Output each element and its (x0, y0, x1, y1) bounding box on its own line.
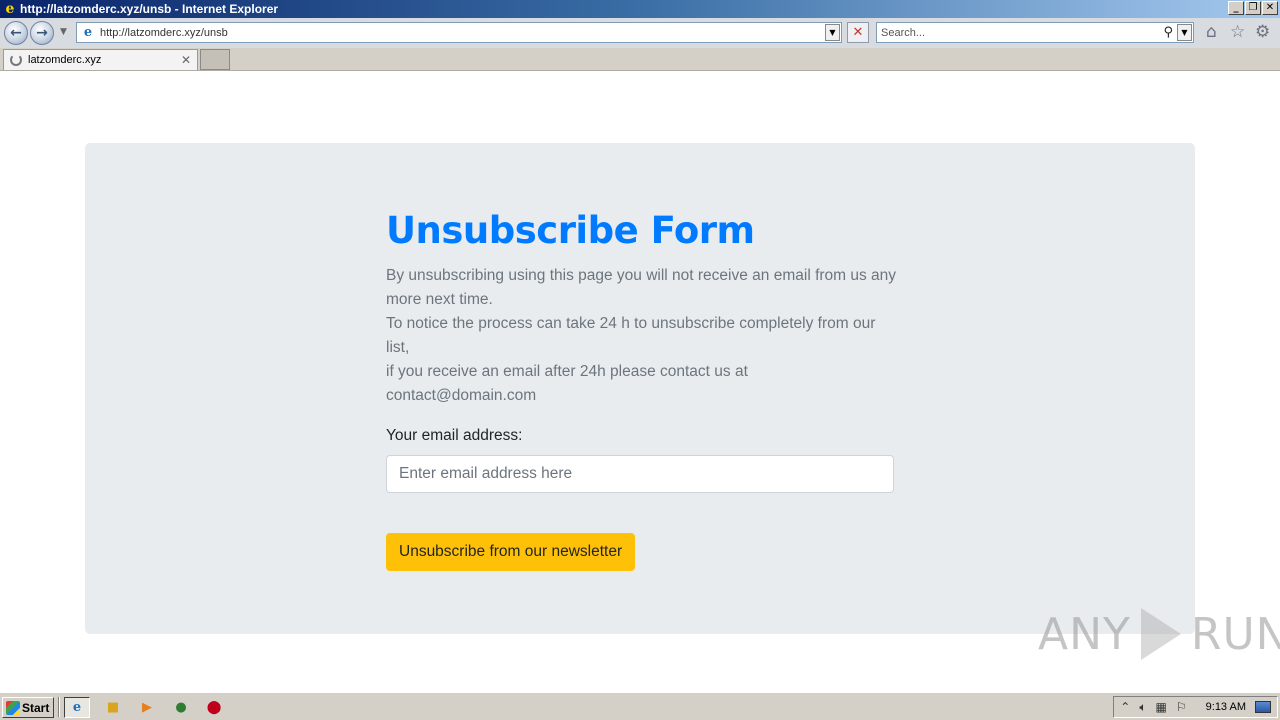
taskbar-media-player[interactable]: ▶ (134, 697, 160, 718)
show-desktop-icon[interactable] (1255, 701, 1271, 713)
address-bar[interactable]: e http://latzomderc.xyz/unsb ▼ (76, 22, 842, 43)
search-input[interactable] (881, 26, 1151, 39)
tab-label: latzomderc.xyz (28, 54, 102, 66)
taskbar-internet-explorer[interactable]: e (64, 697, 90, 718)
forward-arrow-icon: → (36, 25, 48, 41)
tab-close-icon[interactable]: ✕ (181, 53, 191, 67)
back-arrow-icon: ← (10, 25, 22, 41)
watermark-text-left: ANY (1038, 608, 1131, 660)
start-label: Start (22, 700, 50, 715)
unsubscribe-panel: Unsubscribe Form By unsubscribing using … (85, 143, 1195, 634)
description-line: To notice the process can take 24 h to u… (386, 315, 876, 356)
navigation-bar: ← → ▼ e http://latzomderc.xyz/unsb ▼ ✕ ⚲… (0, 18, 1280, 48)
taskbar-clock[interactable]: 9:13 AM (1206, 701, 1246, 713)
taskbar-opera[interactable]: ⬤ (201, 697, 227, 718)
stop-button[interactable]: ✕ (847, 22, 869, 43)
address-url[interactable]: http://latzomderc.xyz/unsb (100, 27, 228, 39)
taskbar-chrome[interactable]: ● (168, 697, 194, 718)
loading-spinner-icon (10, 54, 22, 66)
media-player-icon: ▶ (142, 700, 152, 715)
description-line: if you receive an email after 24h please… (386, 363, 748, 404)
search-box[interactable]: ⚲ ▼ (876, 22, 1194, 43)
play-triangle-icon (1140, 608, 1181, 660)
internet-explorer-icon: e (72, 700, 82, 715)
stop-x-icon: ✕ (852, 25, 864, 40)
network-icon[interactable]: ▦ (1156, 700, 1167, 714)
window-controls: _ ❐ ✕ (1228, 1, 1278, 15)
windows-logo-icon (6, 700, 20, 715)
anyrun-watermark: ANY RUN (1038, 608, 1280, 660)
unsubscribe-button[interactable]: Unsubscribe from our newsletter (386, 533, 636, 571)
internet-explorer-icon: e (5, 1, 15, 17)
system-tray: ⌃ 🔈︎ ▦ ⚐ 9:13 AM (1113, 696, 1278, 718)
favorites-star-icon[interactable]: ☆ (1230, 24, 1245, 41)
tab-strip: latzomderc.xyz ✕ (0, 48, 1280, 71)
tools-gear-icon[interactable]: ⚙ (1255, 24, 1270, 41)
chrome-icon: ● (175, 700, 187, 715)
start-button[interactable]: Start (2, 697, 54, 718)
window-title: http://latzomderc.xyz/unsb - Internet Ex… (20, 2, 279, 16)
page-ie-icon: e (83, 25, 93, 40)
new-tab-button[interactable] (200, 49, 230, 70)
restore-button[interactable]: ❐ (1245, 1, 1261, 15)
taskbar: Start e ■ ▶ ● ⬤ ⌃ 🔈︎ ▦ ⚐ 9:13 AM (0, 692, 1280, 720)
email-label: Your email address: (386, 427, 523, 444)
close-button[interactable]: ✕ (1262, 1, 1278, 15)
forward-button[interactable]: → (30, 21, 54, 45)
taskbar-file-explorer[interactable]: ■ (100, 697, 126, 718)
email-input[interactable] (386, 455, 894, 493)
search-dropdown-button[interactable]: ▼ (1177, 24, 1192, 41)
window-title-bar[interactable]: e http://latzomderc.xyz/unsb - Internet … (0, 0, 1280, 18)
recent-pages-chevron-icon[interactable]: ▼ (60, 27, 67, 37)
back-button[interactable]: ← (4, 21, 28, 45)
watermark-text-right: RUN (1190, 608, 1280, 660)
tray-expand-chevron-icon[interactable]: ⌃ (1120, 700, 1130, 714)
home-icon[interactable]: ⌂ (1206, 24, 1217, 41)
opera-icon: ⬤ (206, 700, 222, 715)
action-center-flag-icon[interactable]: ⚐ (1176, 700, 1187, 714)
taskbar-separator (58, 697, 60, 717)
page-title: Unsubscribe Form (386, 209, 755, 252)
volume-icon[interactable]: 🔈︎ (1139, 700, 1146, 715)
folder-icon: ■ (106, 700, 120, 715)
search-icon[interactable]: ⚲ (1163, 25, 1173, 40)
address-dropdown-button[interactable]: ▼ (825, 24, 840, 41)
unsubscribe-description: By unsubscribing using this page you wil… (386, 264, 898, 408)
description-line: By unsubscribing using this page you wil… (386, 267, 897, 308)
minimize-button[interactable]: _ (1228, 1, 1244, 15)
tab-latzomderc[interactable]: latzomderc.xyz ✕ (3, 49, 198, 70)
page-viewport: Unsubscribe Form By unsubscribing using … (0, 71, 1280, 692)
